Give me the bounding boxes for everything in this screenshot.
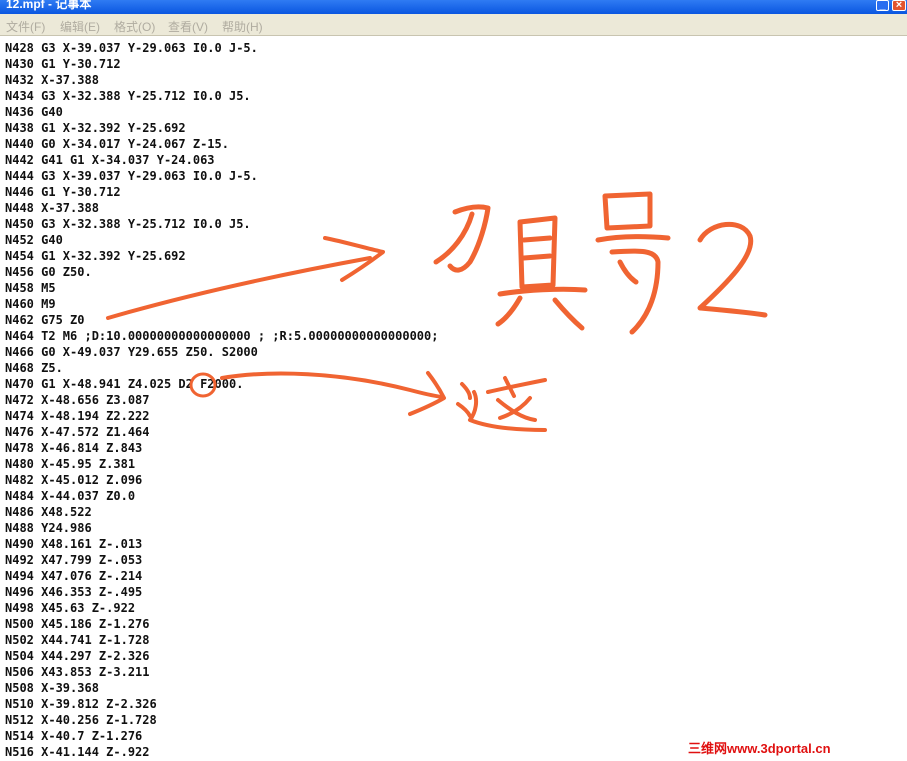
code-line: N444 G3 X-39.037 Y-29.063 I0.0 J-5. <box>5 169 258 183</box>
notepad-window: 12.mpf - 记事本 _ × 文件(F) 编辑(E) 格式(O) 查看(V)… <box>0 0 907 761</box>
menu-format[interactable]: 格式(O) <box>114 18 155 35</box>
code-line: N470 G1 X-48.941 Z4.025 D2 F2000. <box>5 377 244 391</box>
menu-bar: 文件(F) 编辑(E) 格式(O) 查看(V) 帮助(H) <box>0 14 907 36</box>
code-line: N438 G1 X-32.392 Y-25.692 <box>5 121 186 135</box>
close-button[interactable]: × <box>892 0 906 11</box>
code-line: N480 X-45.95 Z.381 <box>5 457 136 471</box>
code-line: N512 X-40.256 Z-1.728 <box>5 713 157 727</box>
code-line: N466 G0 X-49.037 Y29.655 Z50. S2000 <box>5 345 258 359</box>
code-text: N428 G3 X-39.037 Y-29.063 I0.0 J-5. N430 … <box>5 40 438 760</box>
code-line: N478 X-46.814 Z.843 <box>5 441 143 455</box>
code-line: N492 X47.799 Z-.053 <box>5 553 143 567</box>
code-line: N432 X-37.388 <box>5 73 99 87</box>
code-line: N472 X-48.656 Z3.087 <box>5 393 150 407</box>
code-line: N430 G1 Y-30.712 <box>5 57 121 71</box>
watermark-text: 三维网www.3dportal.cn <box>688 741 831 756</box>
window-title: 12.mpf - 记事本 <box>6 0 92 11</box>
code-line: N490 X48.161 Z-.013 <box>5 537 143 551</box>
menu-file[interactable]: 文件(F) <box>6 18 45 35</box>
code-line: N456 G0 Z50. <box>5 265 92 279</box>
menu-edit[interactable]: 编辑(E) <box>60 18 100 35</box>
code-line: N464 T2 M6 ;D:10.00000000000000000 ; ;R:… <box>5 329 439 343</box>
code-line: N468 Z5. <box>5 361 63 375</box>
code-line: N496 X46.353 Z-.495 <box>5 585 143 599</box>
code-line: N500 X45.186 Z-1.276 <box>5 617 150 631</box>
code-line: N458 M5 <box>5 281 56 295</box>
code-line: N498 X45.63 Z-.922 <box>5 601 136 615</box>
menu-help[interactable]: 帮助(H) <box>222 18 263 35</box>
code-line: N454 G1 X-32.392 Y-25.692 <box>5 249 186 263</box>
code-line: N504 X44.297 Z-2.326 <box>5 649 150 663</box>
code-line: N446 G1 Y-30.712 <box>5 185 121 199</box>
code-line: N516 X-41.144 Z-.922 <box>5 745 150 759</box>
code-line: N440 G0 X-34.017 Y-24.067 Z-15. <box>5 137 229 151</box>
code-line: N482 X-45.012 Z.096 <box>5 473 143 487</box>
code-line: N476 X-47.572 Z1.464 <box>5 425 150 439</box>
code-line: N508 X-39.368 <box>5 681 99 695</box>
text-editor-area[interactable]: N428 G3 X-39.037 Y-29.063 I0.0 J-5. N430 … <box>0 36 907 761</box>
code-line: N486 X48.522 <box>5 505 92 519</box>
code-line: N510 X-39.812 Z-2.326 <box>5 697 157 711</box>
code-line: N462 G75 Z0 <box>5 313 85 327</box>
code-line: N460 M9 <box>5 297 56 311</box>
code-line: N514 X-40.7 Z-1.276 <box>5 729 143 743</box>
code-line: N506 X43.853 Z-3.211 <box>5 665 150 679</box>
code-line: N502 X44.741 Z-1.728 <box>5 633 150 647</box>
code-line: N452 G40 <box>5 233 63 247</box>
menu-view[interactable]: 查看(V) <box>168 18 208 35</box>
code-line: N488 Y24.986 <box>5 521 92 535</box>
code-line: N442 G41 G1 X-34.037 Y-24.063 <box>5 153 215 167</box>
minimize-button[interactable]: _ <box>876 0 889 11</box>
code-line: N428 G3 X-39.037 Y-29.063 I0.0 J-5. <box>5 41 258 55</box>
code-line: N434 G3 X-32.388 Y-25.712 I0.0 J5. <box>5 89 251 103</box>
code-line: N484 X-44.037 Z0.0 <box>5 489 136 503</box>
code-line: N450 G3 X-32.388 Y-25.712 I0.0 J5. <box>5 217 251 231</box>
code-line: N474 X-48.194 Z2.222 <box>5 409 150 423</box>
code-line: N494 X47.076 Z-.214 <box>5 569 143 583</box>
title-bar[interactable]: 12.mpf - 记事本 _ × <box>0 0 907 14</box>
code-line: N436 G40 <box>5 105 63 119</box>
code-line: N448 X-37.388 <box>5 201 99 215</box>
